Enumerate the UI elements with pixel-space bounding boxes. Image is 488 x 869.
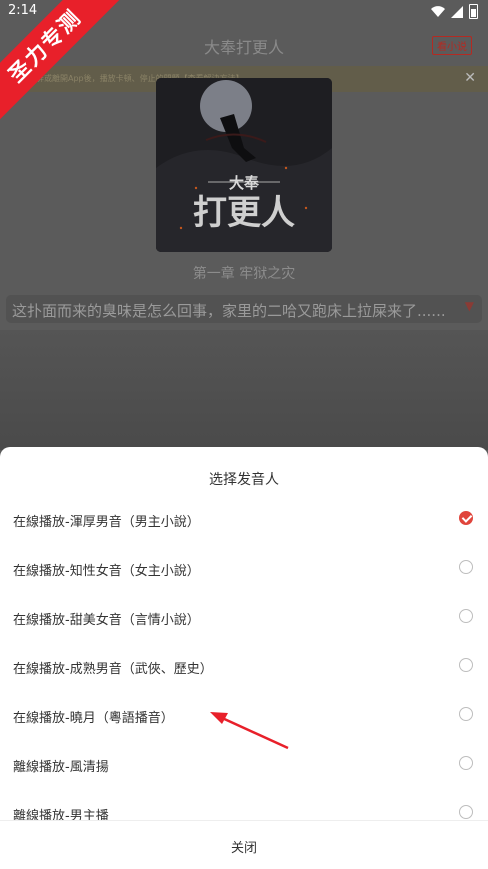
voice-label: 在線播放-甜美女音（言情小說） — [13, 613, 200, 628]
radio-icon[interactable] — [459, 609, 473, 623]
voice-option-3[interactable]: 在線播放-甜美女音（言情小說） — [0, 592, 488, 641]
voice-option-5[interactable]: 在線播放-曉月（粵語播音） — [0, 690, 488, 739]
battery-icon — [469, 4, 478, 19]
chapter-title: 第一章 牢狱之灾 — [192, 266, 296, 282]
radio-icon[interactable] — [459, 560, 473, 574]
voice-option-2[interactable]: 在線播放-知性女音（女主小說） — [0, 543, 488, 592]
chevron-down-icon[interactable]: ▼ — [465, 299, 474, 313]
voice-label: 在線播放-曉月（粵語播音） — [13, 711, 174, 726]
sheet-title: 选择发音人 — [209, 472, 279, 488]
cover-title-large: 打更人 — [193, 193, 295, 233]
radio-icon[interactable] — [459, 707, 473, 721]
voice-picker-sheet: 选择发音人 在線播放-渾厚男音（男主小說） 在線播放-知性女音（女主小說） 在線… — [0, 447, 488, 869]
close-row: 关闭 — [0, 820, 488, 869]
voice-label: 在線播放-渾厚男音（男主小說） — [13, 515, 200, 530]
voice-list: 在線播放-渾厚男音（男主小說） 在線播放-知性女音（女主小說） 在線播放-甜美女… — [0, 494, 488, 837]
cover-art: 大奉 打更人 — [156, 78, 332, 252]
voice-label: 在線播放-成熟男音（武俠、歷史） — [13, 662, 213, 677]
cover-title-small: 大奉 — [229, 174, 260, 192]
status-time: 2:14 — [8, 3, 38, 18]
voice-option-4[interactable]: 在線播放-成熟男音（武俠、歷史） — [0, 641, 488, 690]
read-novel-button[interactable]: 看小说 — [432, 36, 472, 55]
close-icon[interactable]: ✕ — [464, 70, 476, 86]
radio-checked-icon[interactable] — [459, 511, 473, 525]
background-overlay — [0, 330, 488, 450]
wifi-icon — [431, 5, 445, 17]
signal-icon — [451, 5, 463, 18]
radio-icon[interactable] — [459, 756, 473, 770]
voice-label: 離線播放-風清揚 — [13, 760, 109, 775]
content-text: 这扑面而来的臭味是怎么回事，家里的二哈又跑床上拉屎来了...... — [12, 302, 446, 320]
close-button[interactable]: 关闭 — [0, 837, 488, 856]
voice-option-6[interactable]: 離線播放-風清揚 — [0, 739, 488, 788]
radio-icon[interactable] — [459, 658, 473, 672]
book-cover: 大奉 打更人 — [156, 78, 332, 252]
radio-icon[interactable] — [459, 805, 473, 819]
content-preview[interactable]: 这扑面而来的臭味是怎么回事，家里的二哈又跑床上拉屎来了...... ▼ — [6, 295, 482, 323]
voice-option-1[interactable]: 在線播放-渾厚男音（男主小說） — [0, 494, 488, 543]
status-icons — [431, 4, 478, 19]
voice-label: 在線播放-知性女音（女主小說） — [13, 564, 200, 579]
